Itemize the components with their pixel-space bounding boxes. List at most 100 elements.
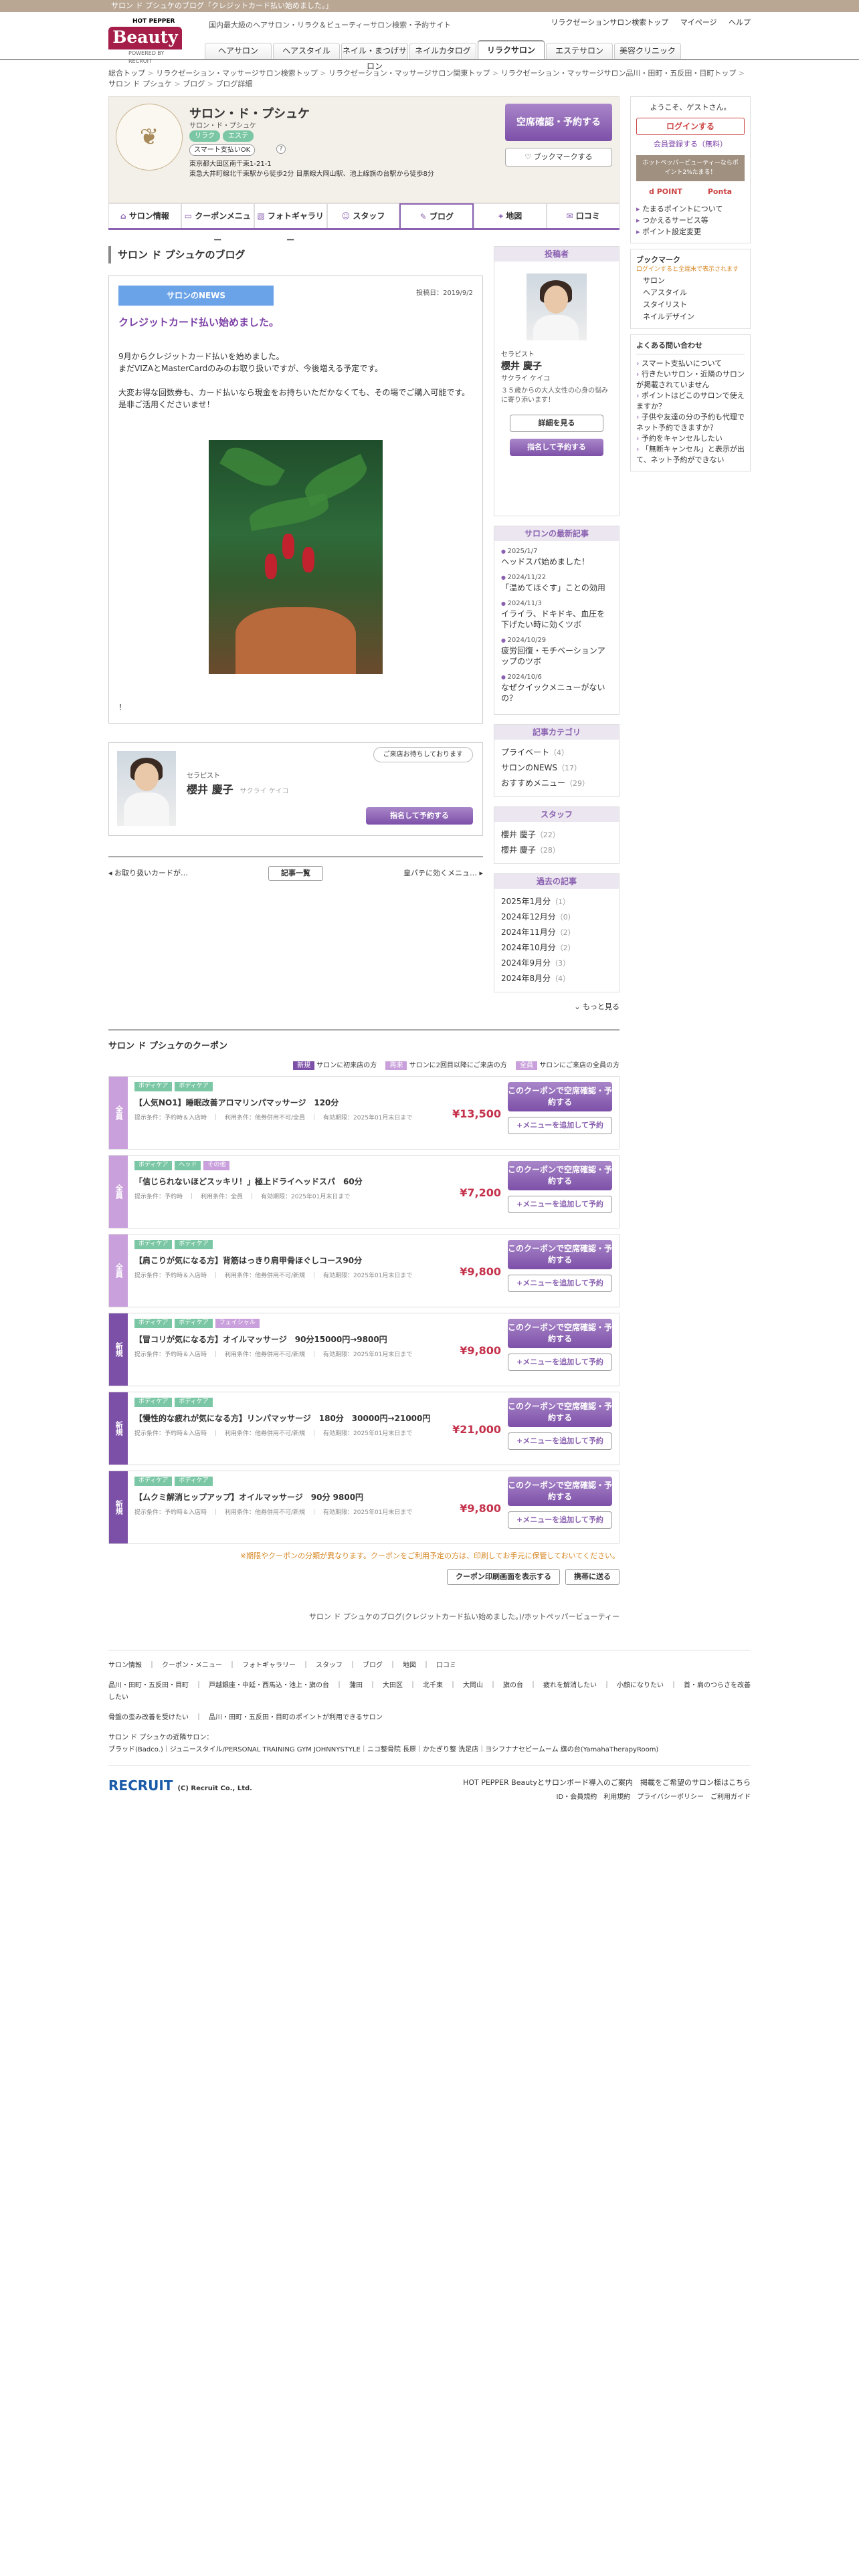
add-menu-button[interactable]: +メニューを追加して予約: [508, 1117, 612, 1134]
nominate-button[interactable]: 指名して予約する: [366, 807, 473, 825]
list-item[interactable]: プライベート（4）: [501, 745, 612, 760]
top-bar-text: サロン ド プシュケのブログ「クレジットカード払い始めました。」: [111, 1, 333, 10]
tab-photo[interactable]: ▧ フォトギャラリー: [254, 203, 327, 245]
bookmark-item[interactable]: ネイルデザイン: [643, 311, 745, 323]
list-item[interactable]: サロンのNEWS（17）: [501, 760, 612, 776]
footer-more[interactable]: 骨盤の歪み改善を受けたい ｜ 品川・田町・五反田・目町のポイントが利用できるサロ…: [108, 1712, 751, 1724]
crumb-4[interactable]: サロン ド プシュケ: [108, 80, 183, 88]
point-promo[interactable]: ホットペッパービューティーならポイント2%たまる！: [636, 155, 745, 181]
reserve-button[interactable]: 空席確認・予約する: [505, 104, 612, 141]
add-menu-button[interactable]: +メニューを追加して予約: [508, 1354, 612, 1371]
dpoint-logo[interactable]: d POINT: [649, 187, 682, 198]
side-link[interactable]: ポイント設定変更: [636, 226, 745, 237]
gnav-hair[interactable]: ヘアサロン: [205, 43, 272, 59]
footer-links[interactable]: サロン情報 ｜ クーポン・メニュー ｜ フォトギャラリー ｜ スタッフ ｜ ブロ…: [108, 1660, 751, 1672]
add-menu-button[interactable]: +メニューを追加して予約: [508, 1432, 612, 1450]
list-item[interactable]: 2024年11月分（2）: [501, 925, 612, 940]
list-item[interactable]: 2024年10月分（2）: [501, 940, 612, 956]
side-link[interactable]: つかえるサービス等: [636, 215, 745, 226]
gnav-esthe[interactable]: エステサロン: [546, 43, 613, 59]
faq-item[interactable]: 「無断キャンセル」と表示が出て、ネット予約ができない: [636, 444, 745, 465]
category-badge[interactable]: サロンのNEWS: [118, 286, 274, 306]
link-mypage[interactable]: マイページ: [680, 18, 717, 27]
next-article[interactable]: 皇パテに効くメニュ… ▸: [403, 868, 483, 879]
add-menu-button[interactable]: +メニューを追加して予約: [508, 1196, 612, 1213]
print-coupon-button[interactable]: クーポン印刷画面を表示する: [447, 1568, 560, 1585]
faq-item[interactable]: 子供や友達の分の予約も代理でネット予約できますか？: [636, 412, 745, 433]
tab-blog[interactable]: ✎ ブログ: [399, 203, 474, 228]
more-link[interactable]: ⌄ もっと見る: [494, 1002, 619, 1013]
bookmark-item[interactable]: ヘアスタイル: [643, 287, 745, 299]
coupon-reserve-button[interactable]: このクーポンで空席確認・予約する: [508, 1477, 612, 1506]
footer-areas[interactable]: 品川・田町・五反田・目町 ｜ 戸越銀座・中延・西馬込・池上・旗の台 ｜ 蒲田 ｜…: [108, 1680, 751, 1704]
list-item[interactable]: 2024年9月分（3）: [501, 956, 612, 971]
login-button[interactable]: ログインする: [636, 117, 745, 135]
side-link[interactable]: たまるポイントについて: [636, 203, 745, 215]
salon-address: 東京都大田区南千束1-21-1 東急大井町線北千束駅から徒歩2分 目黒線大岡山駅…: [189, 159, 434, 179]
faq-item[interactable]: 予約をキャンセルしたい: [636, 433, 745, 444]
staff-name[interactable]: 櫻井 慶子 サクライ ケイコ: [187, 782, 289, 798]
coupon-actions: クーポン印刷画面を表示する 携帯に送る: [108, 1568, 619, 1585]
gnav-nailcatalog[interactable]: ネイルカタログ: [409, 43, 476, 59]
bookmark-button[interactable]: ♡ ブックマークする: [505, 148, 612, 167]
coupon-reserve-button[interactable]: このクーポンで空席確認・予約する: [508, 1240, 612, 1269]
register-link[interactable]: 会員登録する（無料）: [636, 139, 745, 150]
nearby-salons[interactable]: ブラッド(Badco.)｜ジュニースタイル/PERSONAL TRAINING …: [108, 1746, 658, 1753]
gnav-hairstyle[interactable]: ヘアスタイル: [273, 43, 340, 59]
list-item[interactable]: 2024年12月分（0）: [501, 909, 612, 925]
list-item[interactable]: 2024/11/22「温めてほぐす」ことの効用: [501, 572, 612, 593]
add-menu-button[interactable]: +メニューを追加して予約: [508, 1511, 612, 1529]
faq-item[interactable]: スマート支払いについて: [636, 358, 745, 369]
poster-avatar[interactable]: [527, 274, 587, 340]
list-item[interactable]: おすすめメニュー（29）: [501, 776, 612, 791]
crumb-3[interactable]: リラクゼーション・マッサージサロン品川・田町・五反田・目町トップ: [501, 69, 745, 78]
coupon-tag: ヘッド: [175, 1161, 201, 1170]
list-item[interactable]: 櫻井 慶子（22）: [501, 827, 612, 843]
link-help[interactable]: ヘルプ: [729, 18, 751, 27]
crumb-1[interactable]: リラクゼーション・マッサージサロン検索トップ: [156, 69, 328, 78]
footer-legal-links[interactable]: ID・会員規約 利用規約 プライバシーポリシー ご利用ガイド: [463, 1790, 751, 1805]
tab-review[interactable]: ✉ 口コミ: [547, 203, 620, 228]
crumb-0[interactable]: 総合トップ: [108, 69, 156, 78]
coupon-reserve-button[interactable]: このクーポンで空席確認・予約する: [508, 1398, 612, 1427]
detail-button[interactable]: 詳細を見る: [510, 415, 603, 432]
article-list-button[interactable]: 記事一覧: [268, 865, 323, 881]
link-relax-top[interactable]: リラクゼーションサロン検索トップ: [551, 18, 668, 27]
list-item[interactable]: 2024/10/6なぜクイックメニューがないの？: [501, 672, 612, 704]
poster-box: 投稿者 セラピスト 櫻井 慶子 サクライ ケイコ ３５歳からの大人女性の心身の悩…: [494, 246, 619, 516]
gnav-clinic[interactable]: 美容クリニック: [614, 43, 681, 59]
tab-staff[interactable]: ☺ スタッフ: [326, 203, 400, 228]
coupon-tag: ボディケア: [134, 1477, 173, 1486]
faq-item[interactable]: ポイントはどこのサロンで使えますか？: [636, 391, 745, 412]
prev-article[interactable]: ◂ お取り扱いカードが…: [108, 868, 188, 879]
list-item[interactable]: 2024/10/29疲労回復・モチベーションアップのツボ: [501, 635, 612, 667]
coupon-reserve-button[interactable]: このクーポンで空席確認・予約する: [508, 1161, 612, 1190]
tab-map[interactable]: ⌖ 地図: [474, 203, 547, 228]
site-logo[interactable]: HOT PEPPER Beauty POWERED BY RECRUIT: [108, 17, 182, 64]
tab-salon-info[interactable]: ⌂ サロン情報: [108, 203, 181, 228]
article-photo: [209, 439, 383, 674]
list-item[interactable]: 2024/11/3イライラ、ドキドキ、血圧を下げたい時に効くツボ: [501, 599, 612, 630]
poster-nominate-button[interactable]: 指名して予約する: [510, 439, 603, 456]
help-icon[interactable]: ?: [276, 144, 286, 154]
send-mobile-button[interactable]: 携帯に送る: [565, 1568, 619, 1585]
faq-item[interactable]: 行きたいサロン・近隣のサロンが掲載されていません: [636, 369, 745, 391]
gnav-nail[interactable]: ネイル・まつげサロン: [341, 43, 408, 71]
speech-bubble: ご来店お待ちしております: [373, 747, 473, 762]
coupon-reserve-button[interactable]: このクーポンで空席確認・予約する: [508, 1082, 612, 1111]
footer-promo-links[interactable]: HOT PEPPER Beautyとサロンボード導入のご案内 掲載をご希望のサロ…: [463, 1776, 751, 1790]
coupon-reserve-button[interactable]: このクーポンで空席確認・予約する: [508, 1319, 612, 1348]
list-item[interactable]: 2024年8月分（4）: [501, 971, 612, 986]
ponta-logo[interactable]: Ponta: [708, 187, 732, 198]
list-item[interactable]: 櫻井 慶子（28）: [501, 843, 612, 858]
list-item[interactable]: 2025年1月分（1）: [501, 894, 612, 909]
tab-coupon[interactable]: ▭ クーポンメニュー: [181, 203, 254, 245]
crumb-2[interactable]: リラクゼーション・マッサージサロン関東トップ: [328, 69, 501, 78]
list-item[interactable]: 2025/1/7ヘッドスパ始めました！: [501, 546, 612, 567]
crumb-5[interactable]: ブログ: [183, 80, 215, 88]
bookmark-item[interactable]: スタイリスト: [643, 299, 745, 311]
gnav-relax[interactable]: リラクサロン: [478, 40, 545, 59]
poster-name[interactable]: 櫻井 慶子: [501, 360, 612, 374]
add-menu-button[interactable]: +メニューを追加して予約: [508, 1275, 612, 1292]
bookmark-item[interactable]: サロン: [643, 275, 745, 287]
